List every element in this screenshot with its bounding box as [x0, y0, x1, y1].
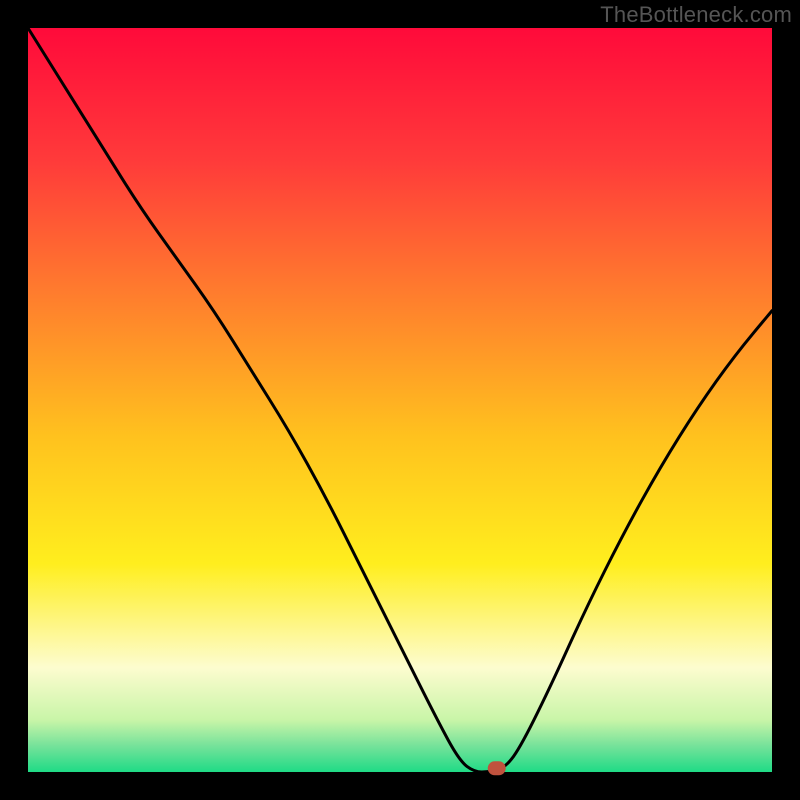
bottleneck-chart [0, 0, 800, 800]
marker-optimal_point [488, 761, 506, 775]
chart-frame: TheBottleneck.com [0, 0, 800, 800]
watermark-text: TheBottleneck.com [600, 2, 792, 28]
